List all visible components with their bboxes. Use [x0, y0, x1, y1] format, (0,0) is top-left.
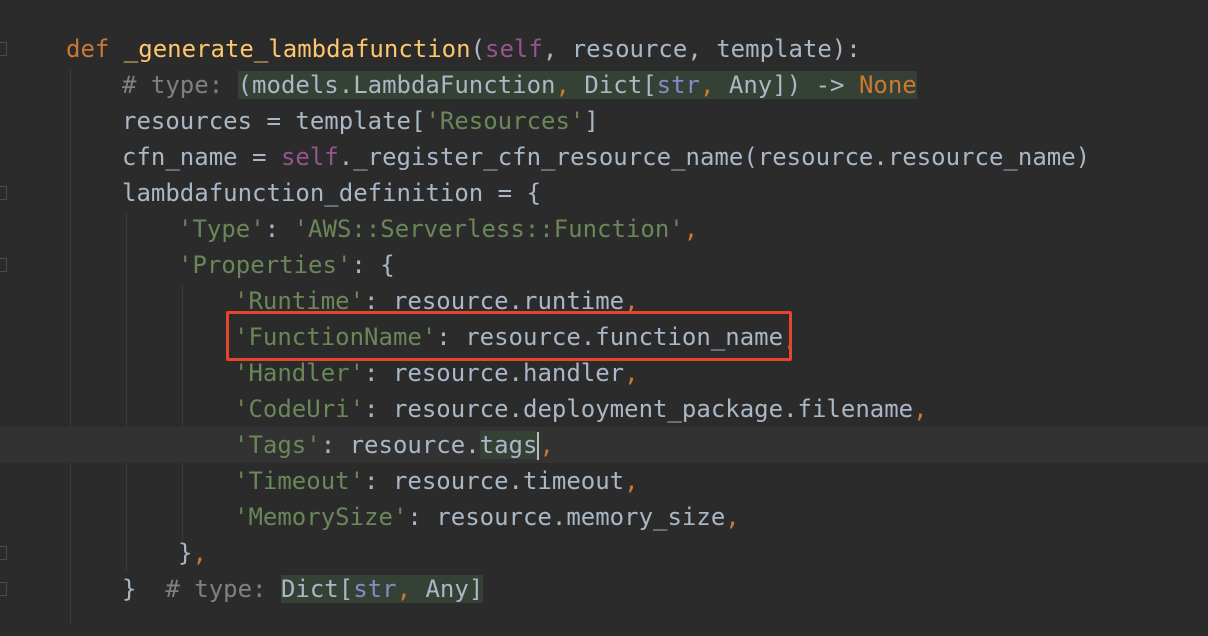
code-token: self — [280, 143, 339, 171]
code-token: , — [396, 575, 426, 603]
code-token: 'Properties' — [178, 251, 352, 279]
code-token: , — [539, 431, 554, 459]
code-line[interactable]: 'Properties': { — [178, 247, 395, 283]
code-token: , — [624, 467, 639, 495]
code-token: , — [192, 539, 207, 567]
code-line[interactable]: # type: (models.LambdaFunction, Dict[str… — [122, 67, 917, 103]
fold-marker-icon[interactable] — [0, 42, 7, 56]
current-line-highlight — [0, 427, 1208, 463]
code-token: } — [122, 575, 166, 603]
code-line[interactable]: resources = template['Resources'] — [122, 103, 599, 139]
code-token: , — [700, 71, 729, 99]
code-token: : resource.timeout — [364, 467, 625, 495]
code-token: (models.LambdaFunction — [237, 71, 556, 99]
code-token: ._register_cfn_resource_name(resource.re… — [338, 143, 1091, 171]
code-token: : — [264, 215, 294, 243]
code-token: , — [913, 395, 928, 423]
fold-marker-icon[interactable] — [0, 546, 7, 560]
indent-guide — [126, 212, 127, 572]
fold-marker-icon[interactable] — [0, 582, 7, 596]
indent-guide — [182, 284, 183, 540]
code-token: , resource, template): — [542, 35, 861, 63]
code-line[interactable]: 'Type': 'AWS::Serverless::Function', — [178, 211, 698, 247]
fold-marker-icon[interactable] — [0, 186, 7, 200]
fold-marker-icon[interactable] — [0, 258, 7, 272]
code-token: , — [725, 503, 740, 531]
code-token: , — [683, 215, 699, 243]
code-token: Dict[ — [584, 71, 657, 99]
code-token: def — [66, 35, 124, 63]
code-token: : resource.memory_size — [407, 503, 726, 531]
code-token: 'CodeUri' — [234, 395, 365, 423]
code-token: : { — [351, 251, 395, 279]
code-token: None — [858, 71, 917, 99]
code-token: str — [353, 575, 397, 603]
code-token: : resource.deployment_package.filename — [364, 395, 914, 423]
code-line[interactable]: def _generate_lambdafunction(self, resou… — [66, 31, 861, 67]
code-token: , — [624, 359, 639, 387]
code-line[interactable]: } # type: Dict[str, Any] — [122, 571, 484, 607]
code-token: ( — [470, 35, 486, 63]
code-token: Any] — [425, 575, 484, 603]
code-token: Dict[ — [280, 575, 354, 603]
code-token: _generate_lambdafunction — [123, 35, 471, 63]
code-token: ] — [584, 107, 599, 135]
code-token: 'Resources' — [425, 107, 585, 135]
code-line[interactable]: 'MemorySize': resource.memory_size, — [234, 499, 740, 535]
code-line[interactable]: }, — [178, 535, 207, 571]
code-token: resources = template[ — [122, 107, 426, 135]
code-token: str — [656, 71, 700, 99]
code-token: : resource.handler — [364, 359, 625, 387]
code-line[interactable]: lambdafunction_definition = { — [122, 175, 541, 211]
code-token: 'AWS::Serverless::Function' — [293, 215, 684, 243]
code-token: self — [485, 35, 543, 63]
code-token: } — [178, 539, 193, 567]
code-line[interactable]: 'Timeout': resource.timeout, — [234, 463, 639, 499]
code-line[interactable]: 'Tags': resource.tags, — [234, 427, 554, 463]
code-line[interactable]: cfn_name = self._register_cfn_resource_n… — [122, 139, 1090, 175]
code-token: lambdafunction_definition = { — [122, 179, 542, 207]
code-token: 'Handler' — [234, 359, 365, 387]
indent-guide — [70, 68, 71, 624]
code-token: : resource. — [320, 431, 480, 459]
code-token: 'MemorySize' — [234, 503, 408, 531]
code-token: # type: — [122, 71, 238, 99]
code-token: 'Timeout' — [234, 467, 365, 495]
code-token: , — [555, 71, 585, 99]
code-token: # type: — [165, 575, 281, 603]
code-token: tags — [479, 431, 538, 459]
code-token: 'Tags' — [234, 431, 321, 459]
code-token: cfn_name = — [122, 143, 281, 171]
code-token: Any]) -> — [728, 71, 859, 99]
code-line[interactable]: 'CodeUri': resource.deployment_package.f… — [234, 391, 928, 427]
code-editor[interactable]: def _generate_lambdafunction(self, resou… — [0, 0, 1208, 636]
code-token: 'Type' — [178, 215, 265, 243]
annotation-highlight-box — [226, 311, 792, 361]
